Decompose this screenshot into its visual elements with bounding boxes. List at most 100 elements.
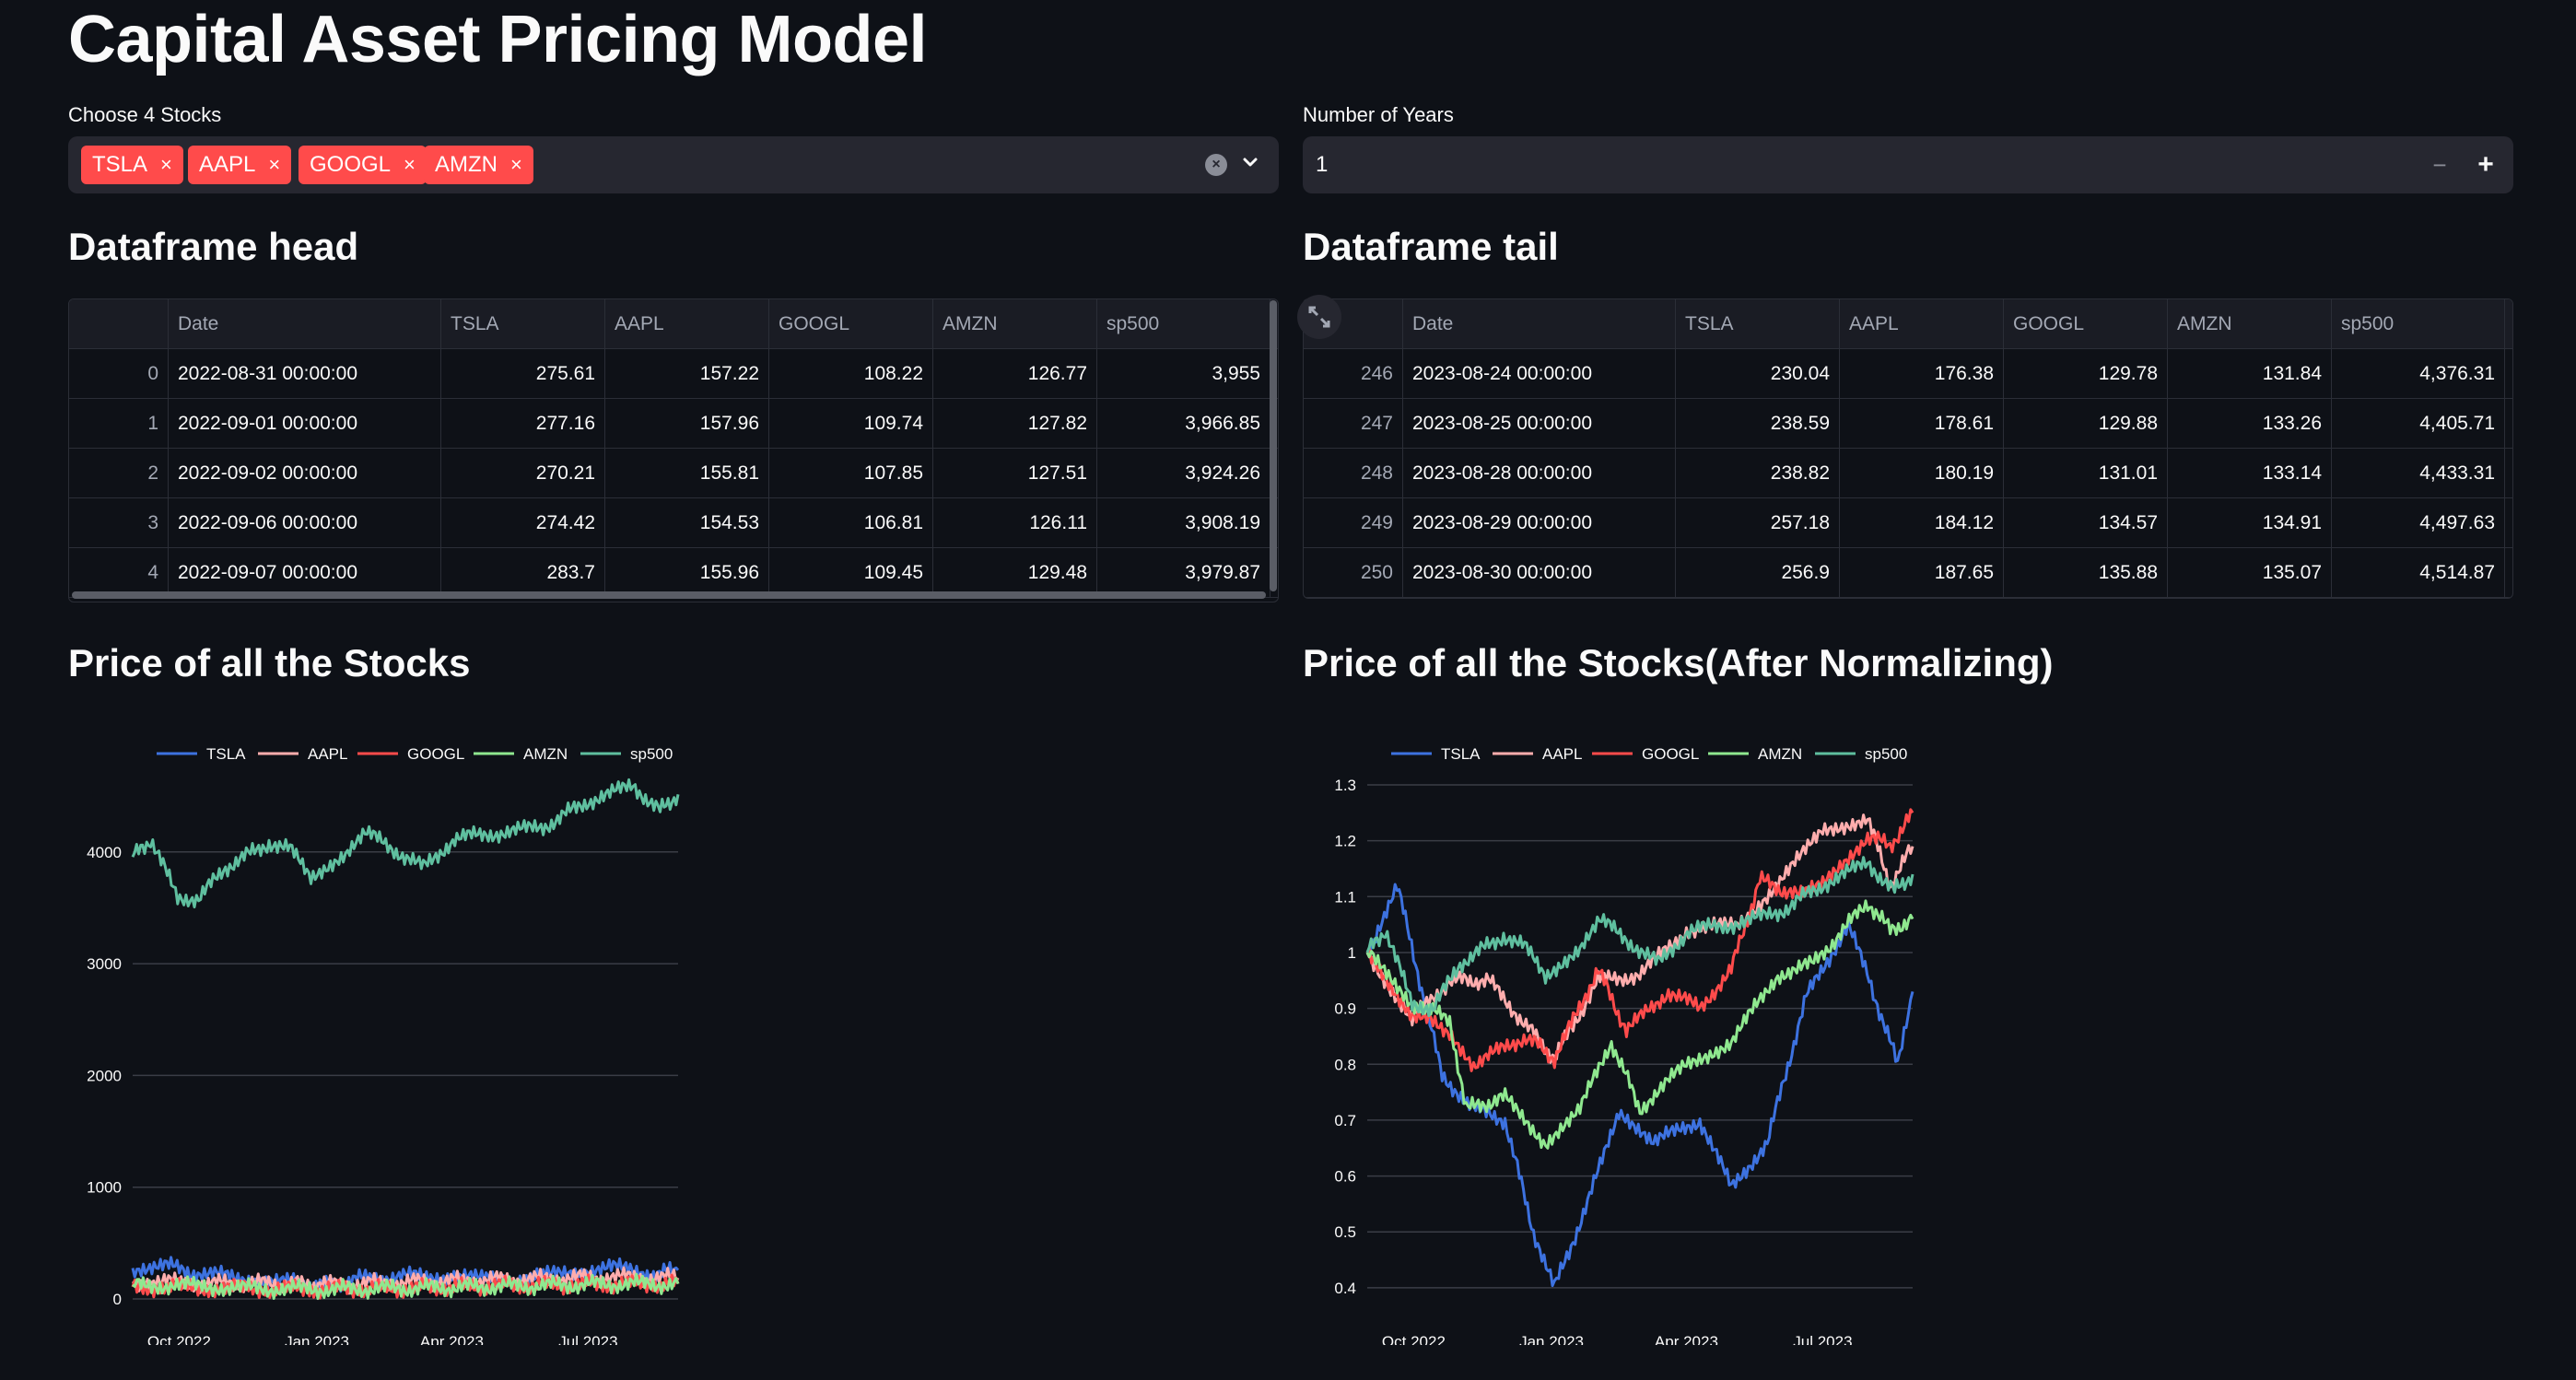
y-tick-label: 0.7	[1334, 1112, 1356, 1129]
chevron-down-icon[interactable]	[1240, 152, 1260, 172]
column-header[interactable]: AAPL	[605, 299, 769, 348]
table-cell: 2022-09-02 00:00:00	[169, 449, 441, 497]
chip-label: GOOGL	[310, 152, 392, 177]
table-cell: 109.45	[769, 548, 933, 597]
table-cell: 176.38	[1840, 349, 2004, 398]
table-cell: 131.01	[2004, 449, 2168, 497]
clear-icon[interactable]: ×	[1205, 154, 1227, 176]
x-tick-label: Oct 2022	[1382, 1333, 1446, 1345]
table-row: 249 2023-08-29 00:00:00 257.18 184.12 134.57…	[1304, 498, 2512, 548]
column-header[interactable]: AMZN	[933, 299, 1097, 348]
table-cell: 257.18	[1676, 498, 1840, 547]
table-cell: 133.14	[2168, 449, 2332, 497]
legend-label: AAPL	[1542, 745, 1582, 763]
y-tick-label: 1.3	[1334, 777, 1356, 794]
expand-icon[interactable]	[1297, 295, 1341, 339]
row-index: 246	[1304, 349, 1403, 398]
column-header[interactable]: sp500	[2332, 299, 2505, 348]
table-cell: 127.82	[933, 399, 1097, 448]
y-tick-label: 3000	[87, 955, 122, 973]
table-row: 248 2023-08-28 00:00:00 238.82 180.19 131.01…	[1304, 449, 2512, 498]
table-cell: 129.48	[933, 548, 1097, 597]
normalized-line-chart[interactable]: 0.4 0.5 0.6 0.7 0.8 0.9 1 1.1 1.2 1.3 Oct 2022 Jan …	[1303, 728, 1948, 1345]
chip-remove-icon[interactable]: ×	[268, 146, 280, 184]
table-cell: 133.26	[2168, 399, 2332, 448]
x-tick-label: Jan 2023	[1519, 1333, 1584, 1345]
table-row: 3 2022-09-06 00:00:00 274.42 154.53 106.81 12…	[69, 498, 1278, 548]
column-header[interactable]: GOOGL	[2004, 299, 2168, 348]
table-cell: 256.9	[1676, 548, 1840, 597]
years-input-label: Number of Years	[1303, 103, 1454, 126]
chip-tsla[interactable]: TSLA ×	[81, 146, 183, 184]
chip-remove-icon[interactable]: ×	[404, 146, 416, 184]
table-cell: 155.96	[605, 548, 769, 597]
column-header[interactable]: GOOGL	[769, 299, 933, 348]
decrement-button[interactable]: −	[2421, 136, 2458, 193]
increment-button[interactable]: +	[2467, 136, 2504, 193]
table-cell: 4,433.31	[2332, 449, 2505, 497]
y-tick-label: 1.2	[1334, 833, 1356, 850]
chip-amzn[interactable]: AMZN ×	[424, 146, 533, 184]
normalized-chart-title: Price of all the Stocks(After Normalizin…	[1303, 641, 2054, 684]
table-cell: 2023-08-24 00:00:00	[1403, 349, 1676, 398]
chip-aapl[interactable]: AAPL ×	[188, 146, 292, 184]
table-header-row: Date TSLA AAPL GOOGL AMZN sp500	[69, 299, 1278, 349]
column-header[interactable]: TSLA	[441, 299, 605, 348]
table-cell: 154.53	[605, 498, 769, 547]
table-cell: 126.11	[933, 498, 1097, 547]
page-title: Capital Asset Pricing Model	[68, 3, 928, 76]
table-cell: 2023-08-28 00:00:00	[1403, 449, 1676, 497]
table-cell: 2022-09-07 00:00:00	[169, 548, 441, 597]
stock-select-label: Choose 4 Stocks	[68, 103, 222, 126]
row-index: 249	[1304, 498, 1403, 547]
stock-multiselect[interactable]: TSLA × AAPL × GOOGL × AMZN × ×	[68, 136, 1279, 193]
table-cell: 2023-08-29 00:00:00	[1403, 498, 1676, 547]
table-header-row: Date TSLA AAPL GOOGL AMZN sp500	[1304, 299, 2512, 349]
table-cell: 4,376.31	[2332, 349, 2505, 398]
table-cell: 109.74	[769, 399, 933, 448]
table-cell: 157.22	[605, 349, 769, 398]
years-number-input[interactable]: 1 − +	[1303, 136, 2513, 193]
chip-remove-icon[interactable]: ×	[160, 146, 172, 184]
table-cell: 238.59	[1676, 399, 1840, 448]
tail-dataframe[interactable]: Date TSLA AAPL GOOGL AMZN sp500 246 2023-08-24 …	[1303, 298, 2513, 599]
column-header[interactable]: Date	[169, 299, 441, 348]
years-value[interactable]: 1	[1316, 136, 1328, 193]
table-cell: 4,405.71	[2332, 399, 2505, 448]
series-line-googl	[1365, 808, 1914, 1072]
head-table-title: Dataframe head	[68, 225, 359, 268]
series-line-sp500	[1365, 856, 1914, 1018]
table-cell: 187.65	[1840, 548, 2004, 597]
column-header[interactable]: AAPL	[1840, 299, 2004, 348]
vertical-scrollbar[interactable]	[1270, 300, 1277, 591]
y-tick-label: 1.1	[1334, 888, 1356, 906]
horizontal-scrollbar[interactable]	[72, 591, 1266, 599]
y-tick-label: 0.6	[1334, 1168, 1356, 1186]
table-cell: 178.61	[1840, 399, 2004, 448]
column-header[interactable]: Date	[1403, 299, 1676, 348]
x-tick-label: Jul 2023	[1793, 1333, 1852, 1345]
table-cell: 106.81	[769, 498, 933, 547]
table-cell: 3,979.87	[1097, 548, 1270, 597]
table-cell: 2023-08-30 00:00:00	[1403, 548, 1676, 597]
table-row: 246 2023-08-24 00:00:00 230.04 176.38 129.78…	[1304, 349, 2512, 399]
row-index: 4	[69, 548, 169, 597]
chip-label: AMZN	[435, 152, 498, 177]
column-header[interactable]: sp500	[1097, 299, 1270, 348]
head-dataframe[interactable]: Date TSLA AAPL GOOGL AMZN sp500 0 2022-08-31 00…	[68, 298, 1279, 602]
chip-googl[interactable]: GOOGL ×	[299, 146, 427, 184]
legend-label: sp500	[630, 745, 673, 763]
row-index: 3	[69, 498, 169, 547]
table-cell: 107.85	[769, 449, 933, 497]
table-cell: 127.51	[933, 449, 1097, 497]
table-cell: 126.77	[933, 349, 1097, 398]
chip-remove-icon[interactable]: ×	[510, 146, 522, 184]
row-index: 0	[69, 349, 169, 398]
column-header[interactable]: TSLA	[1676, 299, 1840, 348]
chip-label: AAPL	[199, 152, 256, 177]
price-line-chart[interactable]: 0 1000 2000 3000 4000 Oct 2022 Jan 2023 Apr 202…	[68, 728, 713, 1345]
column-header[interactable]: AMZN	[2168, 299, 2332, 348]
y-tick-label: 1	[1348, 944, 1356, 962]
table-cell: 129.88	[2004, 399, 2168, 448]
column-header[interactable]	[69, 299, 169, 348]
